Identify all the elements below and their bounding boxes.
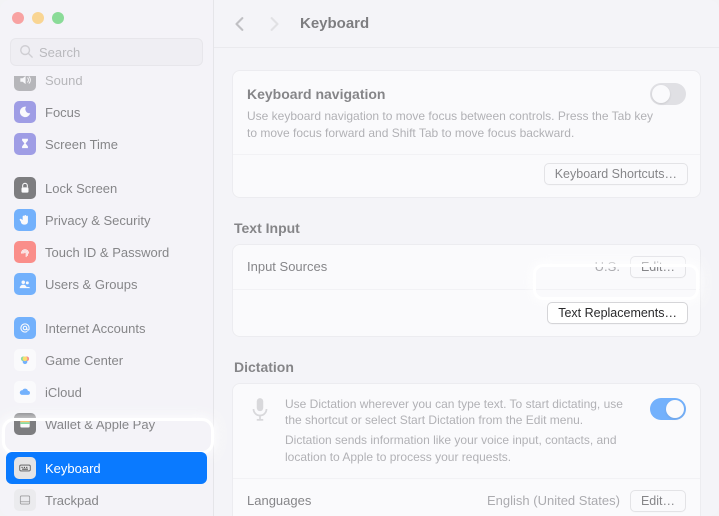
close-window-button[interactable] (12, 12, 24, 24)
dictation-heading: Dictation (232, 359, 701, 375)
sidebar-item-screen-time[interactable]: Screen Time (6, 128, 207, 160)
keyboard-navigation-desc: Use keyboard navigation to move focus be… (247, 108, 657, 142)
back-button[interactable] (226, 12, 254, 36)
sidebar-item-internet-accounts[interactable]: Internet Accounts (6, 312, 207, 344)
sidebar-item-label: Keyboard (45, 461, 101, 476)
text-replacements-button[interactable]: Text Replacements… (547, 302, 688, 324)
dictation-toggle[interactable] (650, 398, 686, 420)
hourglass-icon (14, 133, 36, 155)
sidebar-item-label: Trackpad (45, 493, 99, 508)
keyboard-navigation-title: Keyboard navigation (247, 86, 385, 102)
gamecenter-icon (14, 349, 36, 371)
dictation-desc-1: Use Dictation wherever you can type text… (285, 396, 638, 430)
content-area: Keyboard Keyboard navigation Use keyboar… (214, 0, 719, 516)
input-sources-value: U.S. (595, 259, 620, 274)
sound-icon (14, 76, 36, 91)
sidebar-item-lock-screen[interactable]: Lock Screen (6, 172, 207, 204)
trackpad-icon (14, 489, 36, 511)
text-input-heading: Text Input (232, 220, 701, 236)
languages-edit-button[interactable]: Edit… (630, 490, 686, 512)
search-icon (19, 44, 39, 61)
sidebar-item-icloud[interactable]: iCloud (6, 376, 207, 408)
zoom-window-button[interactable] (52, 12, 64, 24)
sidebar-item-label: Sound (45, 76, 83, 88)
sidebar-item-label: Focus (45, 105, 80, 120)
sidebar-item-label: Screen Time (45, 137, 118, 152)
sidebar: Search Sound Focus Screen Time Lock Screen P… (0, 0, 214, 516)
sidebar-item-label: Users & Groups (45, 277, 137, 292)
sidebar-item-trackpad[interactable]: Trackpad (6, 484, 207, 516)
input-sources-label: Input Sources (247, 259, 327, 274)
input-sources-row: Input Sources U.S. Edit… (233, 245, 700, 289)
cloud-icon (14, 381, 36, 403)
window-controls (0, 8, 213, 34)
moon-icon (14, 101, 36, 123)
keyboard-navigation-card: Keyboard navigation Use keyboard navigat… (232, 70, 701, 198)
sidebar-item-privacy-security[interactable]: Privacy & Security (6, 204, 207, 236)
keyboard-shortcuts-button[interactable]: Keyboard Shortcuts… (544, 163, 688, 185)
dictation-desc-2: Dictation sends information like your vo… (285, 432, 638, 466)
sidebar-item-label: iCloud (45, 385, 82, 400)
sidebar-item-touch-id-password[interactable]: Touch ID & Password (6, 236, 207, 268)
sidebar-item-sound[interactable]: Sound (6, 76, 207, 96)
sidebar-item-game-center[interactable]: Game Center (6, 344, 207, 376)
hand-icon (14, 209, 36, 231)
languages-row: Languages English (United States) Edit… (233, 478, 700, 516)
settings-scroll[interactable]: Keyboard navigation Use keyboard navigat… (214, 48, 719, 516)
dictation-card: Use Dictation wherever you can type text… (232, 383, 701, 516)
sidebar-item-focus[interactable]: Focus (6, 96, 207, 128)
sidebar-list: Sound Focus Screen Time Lock Screen Privacy … (0, 76, 213, 516)
page-title: Keyboard (300, 15, 369, 32)
languages-label: Languages (247, 493, 311, 508)
sidebar-item-label: Game Center (45, 353, 123, 368)
system-settings-window: Search Sound Focus Screen Time Lock Screen P… (0, 0, 719, 516)
search-placeholder: Search (39, 45, 80, 60)
fingerprint-icon (14, 241, 36, 263)
sidebar-item-keyboard[interactable]: Keyboard (6, 452, 207, 484)
wallet-icon (14, 413, 36, 435)
microphone-icon (247, 396, 273, 422)
minimize-window-button[interactable] (32, 12, 44, 24)
sidebar-item-wallet-apple-pay[interactable]: Wallet & Apple Pay (6, 408, 207, 440)
lock-icon (14, 177, 36, 199)
forward-button[interactable] (260, 12, 288, 36)
sidebar-item-label: Internet Accounts (45, 321, 145, 336)
users-icon (14, 273, 36, 295)
search-input[interactable]: Search (10, 38, 203, 66)
sidebar-item-label: Wallet & Apple Pay (45, 417, 155, 432)
text-input-card: Input Sources U.S. Edit… Text Replacemen… (232, 244, 701, 337)
input-sources-edit-button[interactable]: Edit… (630, 256, 686, 278)
at-icon (14, 317, 36, 339)
sidebar-item-users-groups[interactable]: Users & Groups (6, 268, 207, 300)
keyboard-icon (14, 457, 36, 479)
sidebar-item-label: Touch ID & Password (45, 245, 169, 260)
toolbar: Keyboard (214, 0, 719, 48)
languages-value: English (United States) (487, 493, 620, 508)
keyboard-navigation-toggle[interactable] (650, 83, 686, 105)
sidebar-item-label: Lock Screen (45, 181, 117, 196)
sidebar-item-label: Privacy & Security (45, 213, 150, 228)
